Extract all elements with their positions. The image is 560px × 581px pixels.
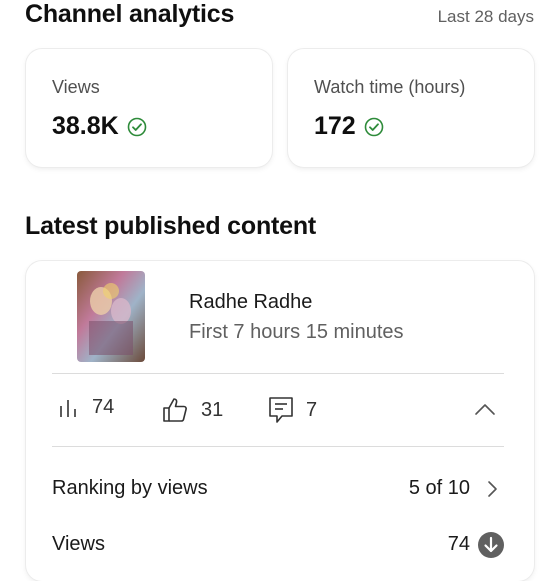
views-stat-card[interactable]: Views 38.8K (26, 49, 272, 167)
comments-metric: 7 (268, 396, 317, 424)
arrow-down-circle-icon (478, 532, 504, 558)
date-range-label[interactable]: Last 28 days (438, 7, 534, 27)
watch-time-stat-label: Watch time (hours) (314, 77, 466, 97)
latest-content-heading: Latest published content (25, 212, 317, 240)
chevron-right-icon[interactable] (486, 480, 498, 498)
comment-icon (269, 397, 293, 423)
views-stat-value-row: 38.8K (52, 112, 147, 141)
chevron-up-icon[interactable] (474, 402, 496, 416)
views-stat-value: 38.8K (52, 112, 119, 140)
latest-content-card: Radhe Radhe First 7 hours 15 minutes 74 … (26, 261, 534, 581)
thumbs-up-icon (163, 398, 187, 422)
check-circle-icon (364, 117, 384, 136)
views-metric: 74 (58, 396, 114, 419)
bar-chart-icon (60, 399, 76, 417)
watch-time-stat-card[interactable]: Watch time (hours) 172 (288, 49, 534, 167)
comments-metric-value: 7 (306, 398, 318, 421)
ranking-label: Ranking by views (52, 477, 208, 499)
watch-time-stat-value: 172 (314, 112, 356, 140)
video-period: First 7 hours 15 minutes (189, 321, 404, 343)
page-title: Channel analytics (25, 0, 235, 28)
divider (52, 373, 504, 374)
views-row-value: 74 (447, 533, 470, 555)
video-title[interactable]: Radhe Radhe (189, 291, 312, 314)
video-thumbnail[interactable] (77, 271, 145, 362)
likes-metric-value: 31 (201, 398, 224, 421)
likes-metric: 31 (161, 396, 223, 424)
ranking-value[interactable]: 5 of 10 (409, 477, 470, 500)
divider (52, 446, 504, 447)
views-stat-label: Views (52, 77, 100, 97)
analytics-header: Channel analytics Last 28 days (25, 0, 534, 34)
check-circle-icon (127, 117, 147, 136)
watch-time-stat-value-row: 172 (314, 112, 384, 141)
views-row-label: Views (52, 533, 105, 555)
views-metric-value: 74 (92, 396, 115, 418)
video-thumbnail-image (77, 271, 145, 362)
